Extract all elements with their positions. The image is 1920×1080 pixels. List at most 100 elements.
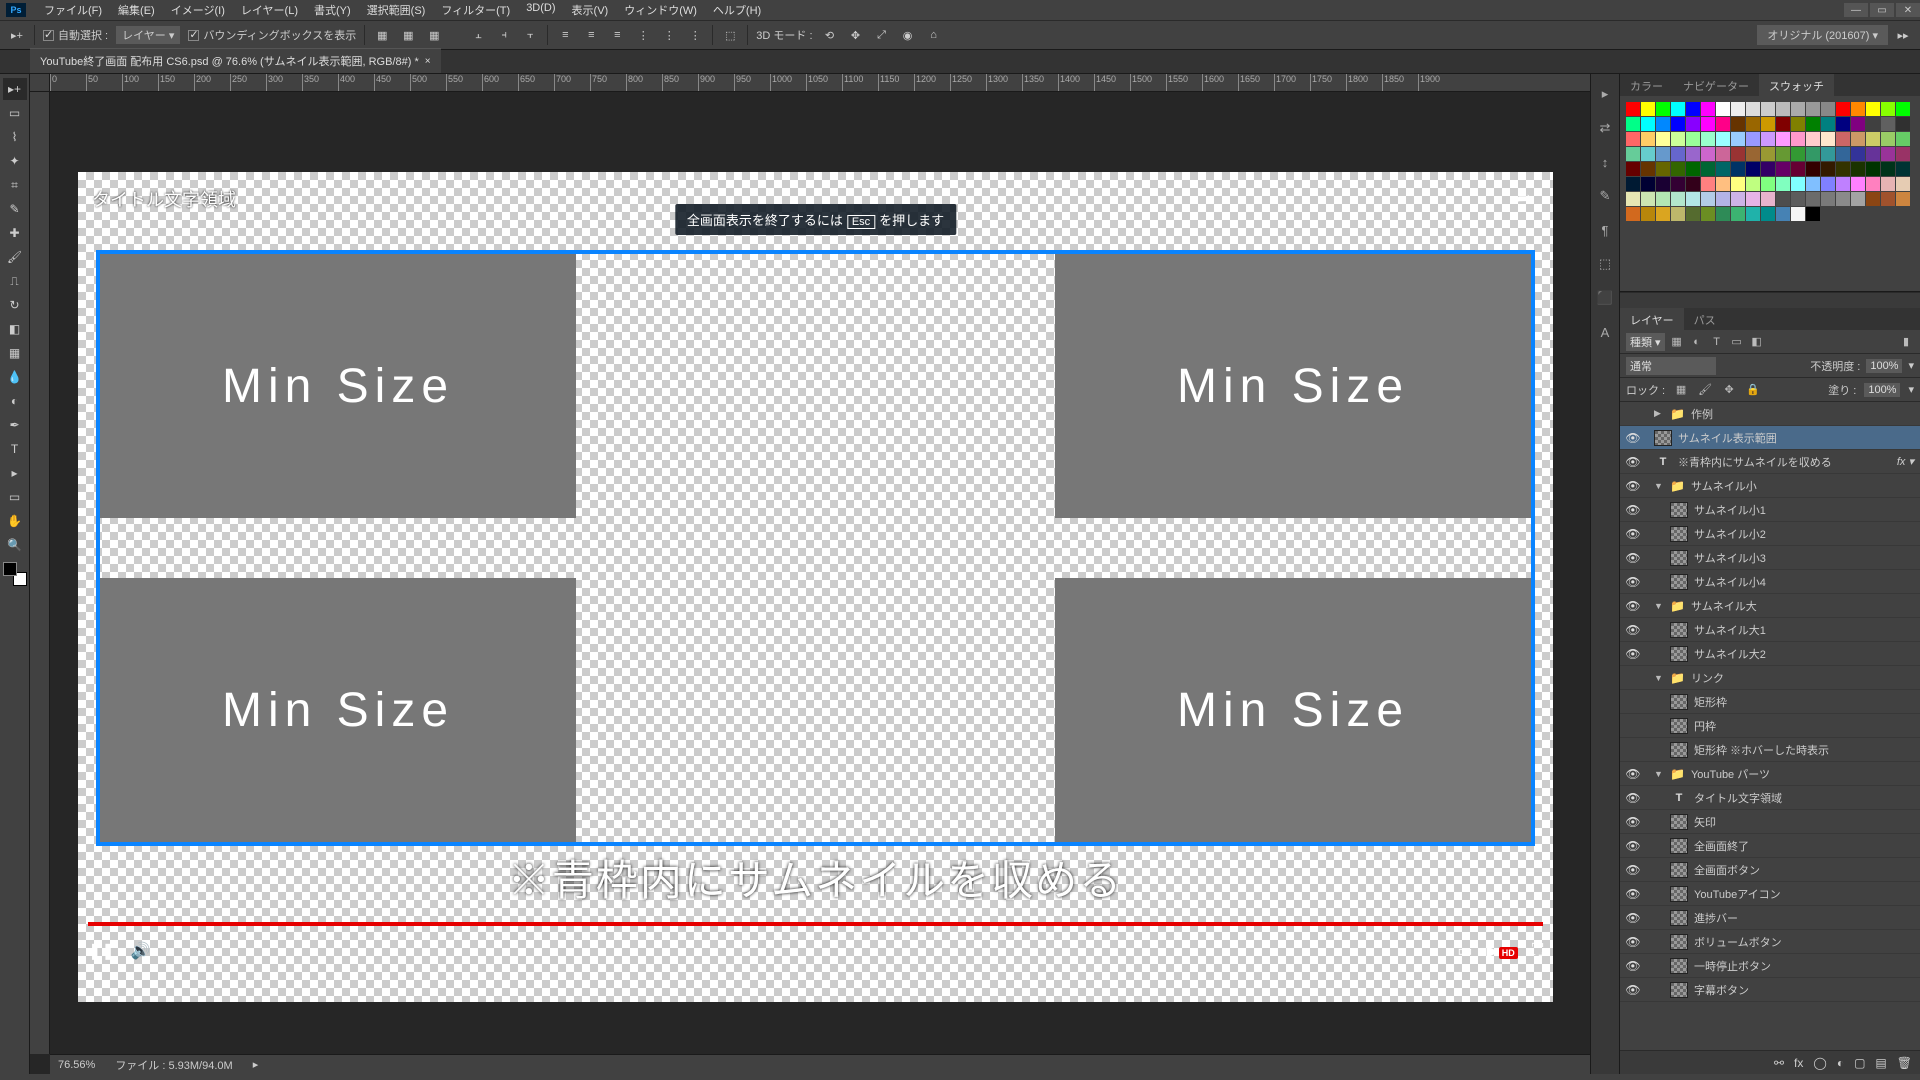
- adjustment-layer-icon[interactable]: ◐: [1837, 1056, 1844, 1070]
- swatch[interactable]: [1701, 147, 1715, 161]
- visibility-toggle[interactable]: 👁: [1624, 527, 1642, 541]
- swatch[interactable]: [1716, 192, 1730, 206]
- swatch[interactable]: [1821, 177, 1835, 191]
- new-layer-icon[interactable]: ▤: [1875, 1056, 1886, 1070]
- swatch[interactable]: [1851, 132, 1865, 146]
- layer-row[interactable]: 👁▼📁サムネイル小: [1620, 474, 1920, 498]
- swatch[interactable]: [1686, 192, 1700, 206]
- swatch[interactable]: [1731, 207, 1745, 221]
- layer-name[interactable]: YouTubeアイコン: [1694, 886, 1781, 902]
- 3d-icon[interactable]: ⌂: [925, 26, 943, 44]
- swatch[interactable]: [1746, 192, 1760, 206]
- distribute-icon[interactable]: ⋮: [660, 26, 678, 44]
- layer-name[interactable]: 進捗バー: [1694, 910, 1738, 926]
- swatch[interactable]: [1776, 117, 1790, 131]
- expand-toggle[interactable]: ▶: [1654, 408, 1664, 419]
- layer-row[interactable]: 👁サムネイル小2: [1620, 522, 1920, 546]
- color-picker[interactable]: [3, 562, 27, 586]
- menu-3D(D)[interactable]: 3D(D): [518, 0, 563, 20]
- swatch[interactable]: [1881, 132, 1895, 146]
- panel-icon[interactable]: ⇄: [1595, 118, 1615, 138]
- menu-ファイル(F)[interactable]: ファイル(F): [36, 0, 110, 20]
- fill-input[interactable]: 100%: [1864, 383, 1900, 397]
- layer-row[interactable]: 👁サムネイル小4: [1620, 570, 1920, 594]
- swatch[interactable]: [1746, 207, 1760, 221]
- panel-icon[interactable]: A: [1595, 322, 1615, 342]
- distribute-icon[interactable]: ≡: [582, 26, 600, 44]
- new-group-icon[interactable]: ▢: [1854, 1056, 1865, 1070]
- layers-list[interactable]: ▶📁作例👁サムネイル表示範囲👁T※青枠内にサムネイルを収めるfx ▾👁▼📁サムネ…: [1620, 402, 1920, 1050]
- swatch[interactable]: [1641, 162, 1655, 176]
- swatch[interactable]: [1896, 147, 1910, 161]
- distribute-icon[interactable]: ⋮: [686, 26, 704, 44]
- swatch[interactable]: [1626, 192, 1640, 206]
- lock-pixels-icon[interactable]: 🖌: [1697, 382, 1713, 398]
- swatch[interactable]: [1836, 117, 1850, 131]
- visibility-toggle[interactable]: 👁: [1624, 599, 1642, 613]
- swatch[interactable]: [1896, 132, 1910, 146]
- swatch[interactable]: [1626, 177, 1640, 191]
- swatch[interactable]: [1671, 132, 1685, 146]
- file-info[interactable]: ファイル : 5.93M/94.0M: [115, 1057, 232, 1073]
- panel-icon[interactable]: ↕: [1595, 152, 1615, 172]
- swatch[interactable]: [1806, 147, 1820, 161]
- filter-adjust-icon[interactable]: ◐: [1689, 334, 1705, 350]
- layer-thumbnail[interactable]: [1670, 574, 1688, 590]
- swatch[interactable]: [1626, 132, 1640, 146]
- 3d-icon[interactable]: ✥: [847, 26, 865, 44]
- layer-row[interactable]: 👁サムネイル大2: [1620, 642, 1920, 666]
- visibility-toggle[interactable]: 👁: [1624, 623, 1642, 637]
- swatch[interactable]: [1761, 147, 1775, 161]
- swatch[interactable]: [1881, 177, 1895, 191]
- layer-thumbnail[interactable]: [1670, 550, 1688, 566]
- align-icon[interactable]: ▦: [399, 26, 417, 44]
- swatch[interactable]: [1821, 192, 1835, 206]
- layer-name[interactable]: ※青枠内にサムネイルを収める: [1678, 454, 1832, 470]
- marquee-tool[interactable]: ▭: [3, 102, 27, 124]
- layer-thumbnail[interactable]: [1670, 862, 1688, 878]
- layer-thumbnail[interactable]: [1670, 838, 1688, 854]
- layer-thumbnail[interactable]: [1670, 958, 1688, 974]
- swatch[interactable]: [1716, 207, 1730, 221]
- align-icon[interactable]: ⫠: [469, 26, 487, 44]
- layer-row[interactable]: 👁字幕ボタン: [1620, 978, 1920, 1002]
- delete-layer-icon[interactable]: 🗑: [1897, 1056, 1912, 1070]
- swatch[interactable]: [1866, 117, 1880, 131]
- layer-row[interactable]: 円枠: [1620, 714, 1920, 738]
- hand-tool[interactable]: ✋: [3, 510, 27, 532]
- swatch[interactable]: [1881, 162, 1895, 176]
- swatch[interactable]: [1671, 102, 1685, 116]
- layer-name[interactable]: サムネイル小: [1691, 478, 1757, 494]
- wand-tool[interactable]: ✦: [3, 150, 27, 172]
- swatch[interactable]: [1761, 177, 1775, 191]
- document-tab[interactable]: YouTube終了画面 配布用 CS6.psd @ 76.6% (サムネイル表示…: [30, 48, 441, 73]
- layer-name[interactable]: 全画面終了: [1694, 838, 1749, 854]
- layer-name[interactable]: 矢印: [1694, 814, 1716, 830]
- crop-tool[interactable]: ⌗: [3, 174, 27, 196]
- swatch[interactable]: [1851, 192, 1865, 206]
- swatch[interactable]: [1851, 177, 1865, 191]
- layer-row[interactable]: 👁▼📁サムネイル大: [1620, 594, 1920, 618]
- swatch[interactable]: [1626, 102, 1640, 116]
- layer-name[interactable]: サムネイル小1: [1694, 502, 1766, 518]
- swatch[interactable]: [1716, 162, 1730, 176]
- swatch[interactable]: [1716, 147, 1730, 161]
- swatch[interactable]: [1686, 147, 1700, 161]
- swatch[interactable]: [1626, 147, 1640, 161]
- layer-thumbnail[interactable]: [1670, 718, 1688, 734]
- swatch[interactable]: [1776, 132, 1790, 146]
- layer-row[interactable]: 👁YouTubeアイコン: [1620, 882, 1920, 906]
- visibility-toggle[interactable]: 👁: [1624, 863, 1642, 877]
- layer-row[interactable]: 矩形枠 ※ホバーした時表示: [1620, 738, 1920, 762]
- swatch[interactable]: [1626, 162, 1640, 176]
- layer-row[interactable]: ▼📁リンク: [1620, 666, 1920, 690]
- swatch[interactable]: [1716, 177, 1730, 191]
- swatch[interactable]: [1791, 117, 1805, 131]
- swatch[interactable]: [1671, 207, 1685, 221]
- swatch[interactable]: [1686, 207, 1700, 221]
- lock-all-icon[interactable]: 🔒: [1745, 382, 1761, 398]
- swatch[interactable]: [1686, 162, 1700, 176]
- swatch[interactable]: [1821, 162, 1835, 176]
- distribute-icon[interactable]: ≡: [608, 26, 626, 44]
- align-icon[interactable]: ⫞: [495, 26, 513, 44]
